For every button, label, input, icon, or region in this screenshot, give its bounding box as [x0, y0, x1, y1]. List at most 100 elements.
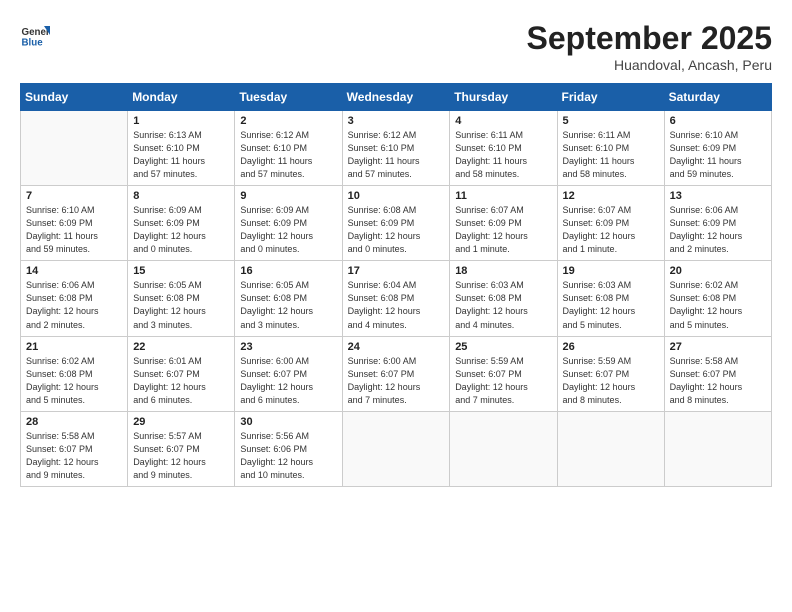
table-row: 18 Sunrise: 6:03 AM Sunset: 6:08 PM Dayli…	[450, 261, 557, 336]
location: Huandoval, Ancash, Peru	[527, 57, 772, 73]
day-number: 21	[26, 341, 122, 353]
calendar-week-row: 14 Sunrise: 6:06 AM Sunset: 6:08 PM Dayli…	[21, 261, 772, 336]
day-number: 17	[348, 265, 445, 277]
day-info: Sunrise: 6:01 AM Sunset: 6:07 PM Dayligh…	[133, 355, 229, 407]
table-row: 16 Sunrise: 6:05 AM Sunset: 6:08 PM Dayli…	[235, 261, 342, 336]
col-wednesday: Wednesday	[342, 84, 450, 111]
day-info: Sunrise: 6:07 AM Sunset: 6:09 PM Dayligh…	[563, 204, 659, 256]
table-row: 6Sunrise: 6:10 AM Sunset: 6:09 PM Daylig…	[664, 111, 771, 186]
day-number: 10	[348, 190, 445, 202]
day-number: 23	[240, 341, 336, 353]
table-row: 4Sunrise: 6:11 AM Sunset: 6:10 PM Daylig…	[450, 111, 557, 186]
day-info: Sunrise: 5:58 AM Sunset: 6:07 PM Dayligh…	[26, 430, 122, 482]
table-row: 26 Sunrise: 5:59 AM Sunset: 6:07 PM Dayli…	[557, 336, 664, 411]
table-row: 11Sunrise: 6:07 AM Sunset: 6:09 PM Dayli…	[450, 186, 557, 261]
table-row: 1Sunrise: 6:13 AM Sunset: 6:10 PM Daylig…	[128, 111, 235, 186]
col-thursday: Thursday	[450, 84, 557, 111]
day-number: 14	[26, 265, 122, 277]
table-row: 14 Sunrise: 6:06 AM Sunset: 6:08 PM Dayli…	[21, 261, 128, 336]
day-number: 22	[133, 341, 229, 353]
day-number: 6	[670, 115, 766, 127]
table-row: 23 Sunrise: 6:00 AM Sunset: 6:07 PM Dayli…	[235, 336, 342, 411]
table-row: 25Sunrise: 5:59 AM Sunset: 6:07 PM Dayli…	[450, 336, 557, 411]
table-row	[557, 411, 664, 486]
day-info: Sunrise: 5:57 AM Sunset: 6:07 PM Dayligh…	[133, 430, 229, 482]
col-sunday: Sunday	[21, 84, 128, 111]
day-info: Sunrise: 5:56 AM Sunset: 6:06 PM Dayligh…	[240, 430, 336, 482]
day-number: 4	[455, 115, 551, 127]
day-number: 30	[240, 416, 336, 428]
table-row: 5Sunrise: 6:11 AM Sunset: 6:10 PM Daylig…	[557, 111, 664, 186]
calendar-week-row: 28 Sunrise: 5:58 AM Sunset: 6:07 PM Dayli…	[21, 411, 772, 486]
day-info: Sunrise: 6:05 AM Sunset: 6:08 PM Dayligh…	[133, 279, 229, 331]
day-number: 8	[133, 190, 229, 202]
col-saturday: Saturday	[664, 84, 771, 111]
day-number: 18	[455, 265, 551, 277]
table-row: 20 Sunrise: 6:02 AM Sunset: 6:08 PM Dayli…	[664, 261, 771, 336]
day-info: Sunrise: 6:02 AM Sunset: 6:08 PM Dayligh…	[670, 279, 766, 331]
table-row: 13Sunrise: 6:06 AM Sunset: 6:09 PM Dayli…	[664, 186, 771, 261]
table-row: 22 Sunrise: 6:01 AM Sunset: 6:07 PM Dayli…	[128, 336, 235, 411]
day-number: 12	[563, 190, 659, 202]
table-row: 24Sunrise: 6:00 AM Sunset: 6:07 PM Dayli…	[342, 336, 450, 411]
day-info: Sunrise: 5:59 AM Sunset: 6:07 PM Dayligh…	[563, 355, 659, 407]
day-info: Sunrise: 5:59 AM Sunset: 6:07 PM Dayligh…	[455, 355, 551, 407]
calendar-table: Sunday Monday Tuesday Wednesday Thursday…	[20, 83, 772, 487]
table-row: 3Sunrise: 6:12 AM Sunset: 6:10 PM Daylig…	[342, 111, 450, 186]
table-row: 28 Sunrise: 5:58 AM Sunset: 6:07 PM Dayli…	[21, 411, 128, 486]
day-info: Sunrise: 6:13 AM Sunset: 6:10 PM Dayligh…	[133, 129, 229, 181]
table-row: 7 Sunrise: 6:10 AM Sunset: 6:09 PM Daylig…	[21, 186, 128, 261]
day-info: Sunrise: 6:05 AM Sunset: 6:08 PM Dayligh…	[240, 279, 336, 331]
table-row: 8 Sunrise: 6:09 AM Sunset: 6:09 PM Daylig…	[128, 186, 235, 261]
table-row: 9 Sunrise: 6:09 AM Sunset: 6:09 PM Daylig…	[235, 186, 342, 261]
logo: General Blue	[20, 20, 50, 50]
day-info: Sunrise: 6:00 AM Sunset: 6:07 PM Dayligh…	[240, 355, 336, 407]
day-info: Sunrise: 6:04 AM Sunset: 6:08 PM Dayligh…	[348, 279, 445, 331]
day-number: 19	[563, 265, 659, 277]
day-info: Sunrise: 6:06 AM Sunset: 6:08 PM Dayligh…	[26, 279, 122, 331]
day-info: Sunrise: 6:08 AM Sunset: 6:09 PM Dayligh…	[348, 204, 445, 256]
svg-text:Blue: Blue	[22, 38, 44, 49]
table-row: 12 Sunrise: 6:07 AM Sunset: 6:09 PM Dayli…	[557, 186, 664, 261]
day-info: Sunrise: 6:00 AM Sunset: 6:07 PM Dayligh…	[348, 355, 445, 407]
day-info: Sunrise: 6:02 AM Sunset: 6:08 PM Dayligh…	[26, 355, 122, 407]
day-number: 20	[670, 265, 766, 277]
day-number: 9	[240, 190, 336, 202]
day-number: 16	[240, 265, 336, 277]
calendar-header-row: Sunday Monday Tuesday Wednesday Thursday…	[21, 84, 772, 111]
table-row: 29 Sunrise: 5:57 AM Sunset: 6:07 PM Dayli…	[128, 411, 235, 486]
month-title: September 2025	[527, 20, 772, 57]
table-row	[21, 111, 128, 186]
day-number: 11	[455, 190, 551, 202]
svg-text:General: General	[22, 27, 51, 38]
day-info: Sunrise: 5:58 AM Sunset: 6:07 PM Dayligh…	[670, 355, 766, 407]
table-row: 19 Sunrise: 6:03 AM Sunset: 6:08 PM Dayli…	[557, 261, 664, 336]
day-number: 27	[670, 341, 766, 353]
day-info: Sunrise: 6:12 AM Sunset: 6:10 PM Dayligh…	[240, 129, 336, 181]
day-info: Sunrise: 6:11 AM Sunset: 6:10 PM Dayligh…	[563, 129, 659, 181]
day-info: Sunrise: 6:10 AM Sunset: 6:09 PM Dayligh…	[26, 204, 122, 256]
table-row: 10 Sunrise: 6:08 AM Sunset: 6:09 PM Dayli…	[342, 186, 450, 261]
day-info: Sunrise: 6:03 AM Sunset: 6:08 PM Dayligh…	[455, 279, 551, 331]
page-header: General Blue September 2025 Huandoval, A…	[20, 20, 772, 73]
table-row: 15 Sunrise: 6:05 AM Sunset: 6:08 PM Dayli…	[128, 261, 235, 336]
table-row: 2Sunrise: 6:12 AM Sunset: 6:10 PM Daylig…	[235, 111, 342, 186]
day-number: 26	[563, 341, 659, 353]
day-number: 13	[670, 190, 766, 202]
day-info: Sunrise: 6:09 AM Sunset: 6:09 PM Dayligh…	[240, 204, 336, 256]
table-row: 30 Sunrise: 5:56 AM Sunset: 6:06 PM Dayli…	[235, 411, 342, 486]
table-row: 17 Sunrise: 6:04 AM Sunset: 6:08 PM Dayli…	[342, 261, 450, 336]
day-number: 15	[133, 265, 229, 277]
table-row	[342, 411, 450, 486]
col-tuesday: Tuesday	[235, 84, 342, 111]
table-row	[450, 411, 557, 486]
calendar-week-row: 7 Sunrise: 6:10 AM Sunset: 6:09 PM Daylig…	[21, 186, 772, 261]
table-row	[664, 411, 771, 486]
day-number: 7	[26, 190, 122, 202]
table-row: 21 Sunrise: 6:02 AM Sunset: 6:08 PM Dayli…	[21, 336, 128, 411]
day-info: Sunrise: 6:09 AM Sunset: 6:09 PM Dayligh…	[133, 204, 229, 256]
day-info: Sunrise: 6:03 AM Sunset: 6:08 PM Dayligh…	[563, 279, 659, 331]
day-number: 29	[133, 416, 229, 428]
calendar-week-row: 21 Sunrise: 6:02 AM Sunset: 6:08 PM Dayli…	[21, 336, 772, 411]
day-number: 28	[26, 416, 122, 428]
